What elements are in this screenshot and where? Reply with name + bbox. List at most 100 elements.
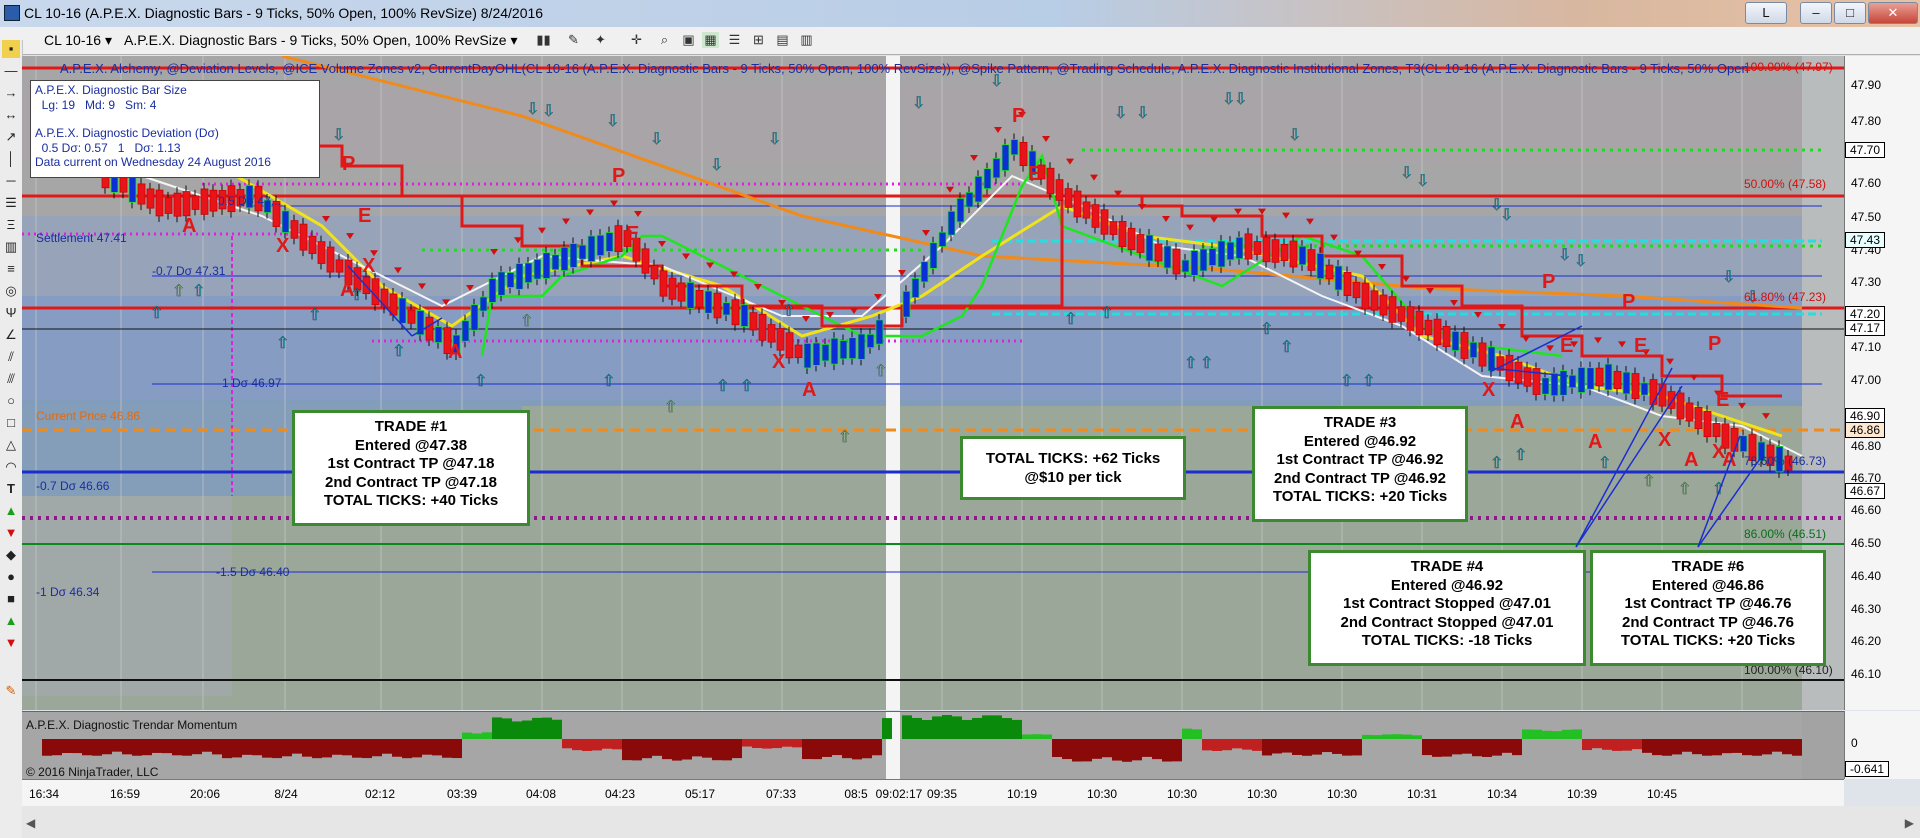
momentum-bar	[982, 715, 992, 739]
candle-body	[1352, 281, 1361, 299]
ellipse-icon[interactable]: ○	[2, 392, 20, 410]
momentum-panel[interactable]: A.P.E.X. Diagnostic Trendar Momentum © 2…	[22, 711, 1844, 780]
horizontal-scrollbar[interactable]: ◀ ▶	[22, 806, 1920, 838]
candle-body	[722, 302, 731, 316]
candle-body	[209, 189, 218, 212]
bar-type-label: A.P.E.X. Diagnostic Bars - 9 Ticks, 50% …	[124, 32, 507, 48]
candle-body	[542, 252, 551, 279]
text-tool-icon[interactable]: T	[2, 480, 20, 498]
candle-body	[866, 333, 875, 349]
momentum-bar	[632, 739, 642, 761]
strategy-icon[interactable]: ⊞	[750, 32, 767, 48]
momentum-bar	[622, 739, 632, 761]
triangle-down-icon[interactable]: ▼	[2, 634, 20, 652]
arrow-down-icon[interactable]: ▼	[2, 524, 20, 542]
gann-fan-icon[interactable]: ∠	[2, 326, 20, 344]
zoom-icon[interactable]: ⌕	[656, 32, 673, 48]
momentum-bar	[1252, 739, 1262, 751]
time-axis[interactable]: 16:34 16:59 20:06 8/24 02:12 03:39 04:08…	[22, 779, 1844, 806]
fibonacci-icon[interactable]: Ξ	[2, 216, 20, 234]
arrow-line-icon[interactable]: ↗	[2, 128, 20, 146]
pencil-icon[interactable]: ✎	[565, 32, 582, 48]
momentum-bar	[1012, 719, 1022, 739]
regression-icon[interactable]: ≡	[2, 260, 20, 278]
maximize-button[interactable]: □	[1834, 2, 1866, 24]
arrow-up-icon: ⇧	[192, 281, 205, 300]
help-button[interactable]: L	[1745, 2, 1787, 24]
bar-type-selector[interactable]: A.P.E.X. Diagnostic Bars - 9 Ticks, 50% …	[124, 31, 518, 49]
momentum-bar	[1702, 739, 1712, 756]
price-tick: 47.60	[1851, 176, 1882, 190]
momentum-bar	[102, 739, 112, 755]
image-icon[interactable]: ▤	[774, 32, 791, 48]
candle-body	[1163, 245, 1172, 269]
arc-icon[interactable]: ◠	[2, 458, 20, 476]
crosshair-icon[interactable]: ✛	[628, 32, 645, 48]
data-box-icon[interactable]: ▥	[798, 32, 815, 48]
candle-body	[1433, 318, 1442, 346]
fib-extension-icon[interactable]: ▥	[2, 238, 20, 256]
channel-icon[interactable]: ⫽	[2, 348, 20, 366]
arrow-up-icon[interactable]: ▲	[2, 502, 20, 520]
pitchfork-icon[interactable]: Ψ	[2, 304, 20, 322]
arrow-up-icon: ⇧	[1340, 371, 1353, 390]
price-chart-panel[interactable]: ⇧ ⇧ ⇧ ⇧ ⇧ ⇧ ⇧ ⇧ ⇧ ⇧ ⇧ ⇧ ⇧ ⇧ ⇧ ⇧ ⇧ ⇧ ⇧ ⇧ ⇧ ⇧ ⇧ ⇧ ⇧ ⇧ ⇧ ⇧ ⇧ ⇧ ⇩ ⇩ ⇩ ⇩ ⇩ ⇩ ⇩ ⇩ ⇩ ⇩…	[22, 56, 1844, 710]
pointer-icon[interactable]: ▪	[2, 40, 20, 58]
horizontal-line-icon[interactable]: ─	[2, 172, 20, 190]
candle-body	[1235, 236, 1244, 260]
vertical-line-icon[interactable]: │	[2, 150, 20, 168]
close-button[interactable]: ✕	[1868, 2, 1918, 24]
momentum-bar	[492, 717, 502, 739]
arrow-up-icon: ⇧	[1100, 303, 1113, 322]
candle-body	[965, 191, 974, 208]
scroll-left-icon[interactable]: ◀	[26, 816, 35, 830]
pin-icon[interactable]: ✦	[592, 32, 609, 48]
indicator-icon[interactable]: ▦	[702, 32, 719, 48]
candle-body	[371, 278, 380, 306]
minimize-button[interactable]: –	[1800, 2, 1832, 24]
svg-text:E: E	[1560, 335, 1573, 357]
price-axis[interactable]: 47.90 47.80 47.60 47.50 47.40 47.30 47.1…	[1844, 56, 1920, 710]
triangle-up-icon[interactable]: ▲	[2, 612, 20, 630]
price-tick: 47.80	[1851, 114, 1882, 128]
momentum-bar	[1722, 739, 1732, 754]
momentum-axis: 0 -0.641	[1844, 711, 1920, 779]
price-box: 47.17	[1845, 320, 1886, 336]
candle-body	[1478, 342, 1487, 367]
extended-line-icon[interactable]: ↔	[2, 106, 20, 124]
spiral-icon[interactable]: ◎	[2, 282, 20, 300]
candle-body	[1082, 201, 1091, 219]
rectangle-icon[interactable]: □	[2, 414, 20, 432]
momentum-bar	[692, 739, 702, 757]
momentum-bar	[1062, 739, 1072, 760]
momentum-bar	[342, 739, 352, 756]
momentum-bar	[1532, 729, 1542, 739]
instrument-selector[interactable]: CL 10-16 ▾	[44, 31, 112, 49]
properties-icon[interactable]: ☰	[726, 32, 743, 48]
triangle-icon[interactable]: △	[2, 436, 20, 454]
square-icon[interactable]: ■	[2, 590, 20, 608]
scroll-right-icon[interactable]: ▶	[1905, 816, 1914, 830]
chart-style-icon[interactable]: ▮▮	[535, 32, 552, 48]
candle-body	[515, 263, 524, 290]
momentum-bar	[932, 716, 942, 739]
arrow-up-icon: ⇧	[1362, 371, 1375, 390]
candle-body	[290, 220, 299, 239]
momentum-bar	[1142, 739, 1152, 757]
ray-tool-icon[interactable]: →	[2, 84, 20, 102]
line-tool-icon[interactable]: —	[2, 62, 20, 80]
trade-line: TOTAL TICKS: +20 Ticks	[1620, 632, 1796, 649]
remove-drawings-icon[interactable]: ✎	[2, 682, 20, 700]
zoom-out-icon[interactable]: ▣	[680, 32, 697, 48]
momentum-bar	[792, 739, 802, 748]
price-tick: 47.30	[1851, 275, 1882, 289]
parallel-lines-icon[interactable]: ☰	[2, 194, 20, 212]
dot-icon[interactable]: ●	[2, 568, 20, 586]
trend-channel-icon[interactable]: ⫻	[2, 370, 20, 388]
deviation-label: -0.7 Dσ 47.31	[152, 264, 226, 278]
deviation-label: -0.7 Dσ 46.66	[36, 479, 110, 493]
arrow-down-icon: ⇩	[1416, 171, 1429, 190]
svg-text:P: P	[1012, 105, 1025, 127]
diamond-icon[interactable]: ◆	[2, 546, 20, 564]
svg-text:X: X	[1482, 379, 1496, 401]
